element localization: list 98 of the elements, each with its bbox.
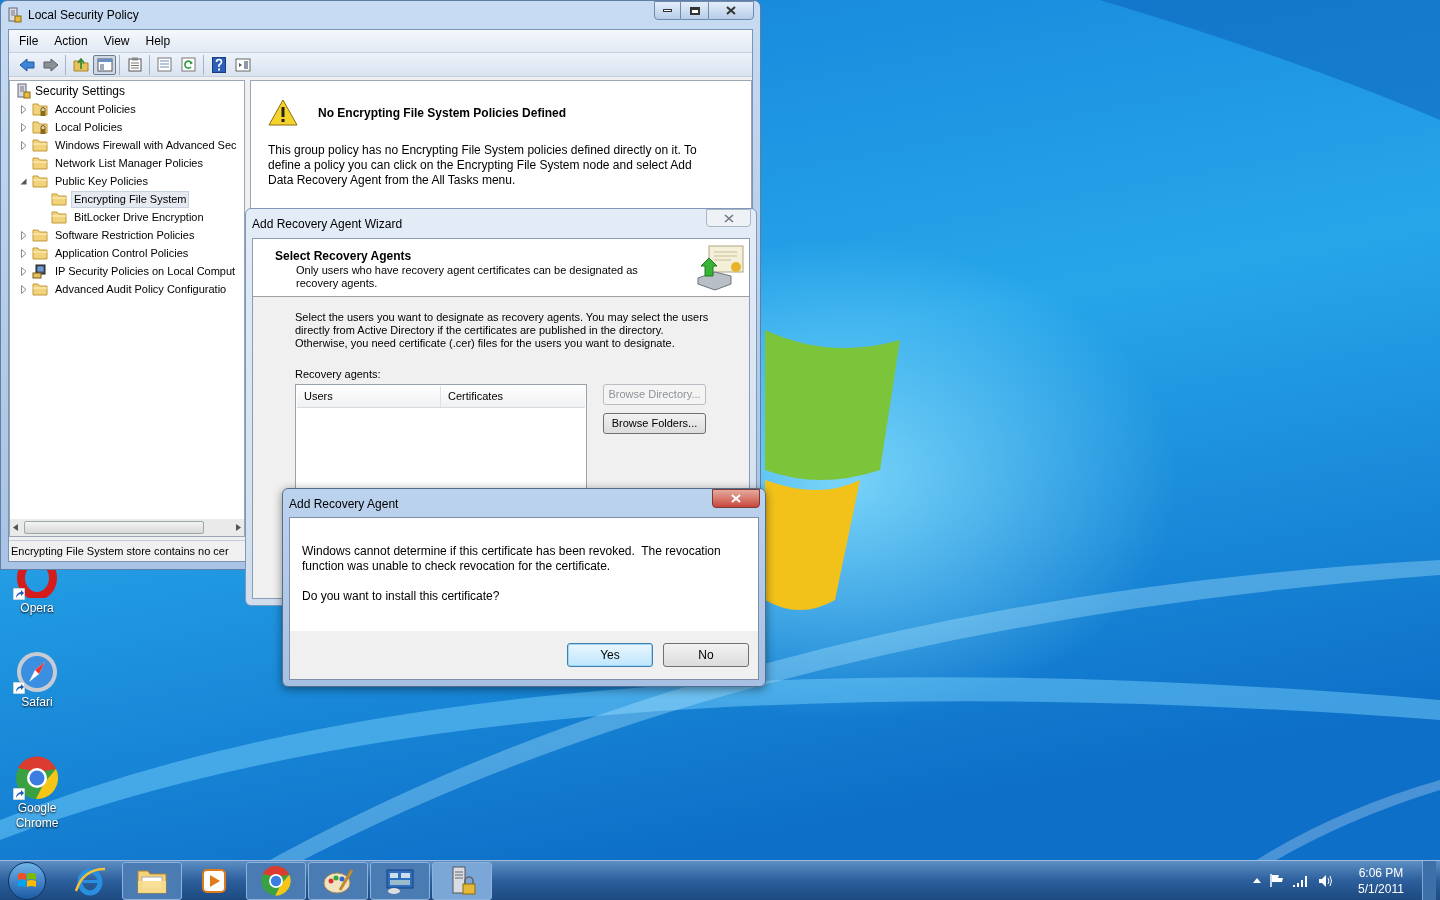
- chrome-icon: [260, 864, 292, 897]
- folder-icon: [72, 57, 89, 72]
- panel-icon: [96, 57, 113, 72]
- windows-logo-icon: [17, 871, 37, 890]
- help-icon: [211, 56, 226, 73]
- control-panel-icon: [384, 866, 416, 895]
- chrome-icon: [14, 755, 60, 801]
- close-icon: [726, 6, 736, 15]
- volume-icon[interactable]: [1318, 873, 1334, 888]
- panel-icon: [234, 57, 251, 72]
- certificate-drive-icon: [695, 244, 745, 292]
- expand-arrow-icon[interactable]: [20, 266, 28, 276]
- expand-arrow-icon[interactable]: [20, 140, 28, 150]
- warning-icon: [268, 99, 298, 126]
- wizard-heading: Select Recovery Agents: [275, 249, 413, 264]
- tree-item[interactable]: Account Policies: [52, 100, 139, 118]
- menu-item[interactable]: View: [96, 33, 137, 49]
- wizard-subheading: Only users who have recovery agent certificates can be designated as recovery agents.: [295, 264, 639, 290]
- scrollbar-thumb[interactable]: [24, 521, 204, 534]
- folder-icon: [32, 246, 48, 260]
- shortcut-arrow-icon: [13, 788, 25, 800]
- computer-icon: [32, 263, 48, 279]
- tree-item[interactable]: Security Settings: [35, 83, 126, 99]
- locked-folder-icon: [32, 119, 48, 135]
- show-desktop-button[interactable]: [1422, 861, 1436, 900]
- tree-item[interactable]: Encrypting File System: [71, 190, 190, 208]
- scroll-left-icon[interactable]: [13, 524, 18, 531]
- close-button[interactable]: [712, 489, 760, 508]
- folder-icon: [32, 228, 48, 242]
- expand-arrow-icon[interactable]: [20, 284, 28, 294]
- show-hidden-icons-icon[interactable]: [1253, 878, 1261, 883]
- tree-item[interactable]: Local Policies: [52, 118, 126, 136]
- shortcut-arrow-icon: [13, 682, 25, 694]
- window-title: Local Security Policy: [28, 7, 139, 23]
- close-icon: [731, 494, 741, 503]
- refresh-icon: [181, 57, 196, 72]
- details-text: This group policy has no Encrypting File System policies defined directly on it. To define a policy you can click on the Encrypting File System node and select Add Data Recovery Agent from the All Tasks menu.: [268, 143, 698, 188]
- clock-time: 6:06 PM: [1358, 864, 1404, 881]
- collapse-arrow-icon[interactable]: [20, 176, 28, 186]
- wizard-description: Select the users you want to designate as recovery agents. You may select the users directly from Active Directory if the certificates are published in the directory. Otherwise, you need certificate (.cer) files for the users you want to designate.: [295, 311, 710, 350]
- menu-item[interactable]: Action: [47, 33, 95, 49]
- close-button[interactable]: [708, 1, 754, 20]
- list-icon: [157, 57, 172, 72]
- toolbar-button[interactable]: [93, 54, 116, 75]
- dialog-question: Do you want to install this certificate?: [302, 589, 501, 604]
- window-title: Add Recovery Agent: [289, 496, 399, 512]
- network-signal-icon[interactable]: [1293, 874, 1309, 887]
- taskbar-button[interactable]: [246, 861, 306, 900]
- details-heading: No Encrypting File System Policies Defined: [318, 104, 567, 121]
- desktop-icon-label[interactable]: Safari: [21, 695, 53, 710]
- expand-arrow-icon[interactable]: [20, 230, 28, 240]
- taskbar-button[interactable]: [122, 861, 182, 900]
- expand-arrow-icon[interactable]: [20, 248, 28, 258]
- computer-icon: [16, 83, 31, 99]
- clipboard-icon: [127, 57, 142, 72]
- window-title: Add Recovery Agent Wizard: [252, 216, 403, 232]
- scroll-right-icon[interactable]: [236, 524, 241, 531]
- tree-item[interactable]: Advanced Audit Policy Configuratio: [52, 280, 230, 298]
- back-arrow-icon: [18, 57, 35, 72]
- folder-icon: [51, 210, 67, 224]
- tree-item[interactable]: Public Key Policies: [52, 172, 151, 190]
- column-header[interactable]: Certificates: [441, 386, 585, 407]
- folder-icon: [32, 156, 48, 170]
- forward-arrow-icon: [42, 57, 59, 72]
- tree-item[interactable]: Application Control Policies: [52, 244, 192, 262]
- start-button[interactable]: [8, 861, 46, 900]
- tree-item[interactable]: Network List Manager Policies: [52, 154, 206, 172]
- dialog-button[interactable]: Yes: [567, 643, 653, 667]
- shortcut-arrow-icon: [13, 588, 25, 600]
- close-icon: [723, 213, 734, 223]
- clock[interactable]: 6:06 PM 5/1/2011: [1349, 864, 1413, 897]
- menu-item[interactable]: File: [12, 33, 46, 49]
- compass-icon: [15, 650, 59, 694]
- tree-item[interactable]: Windows Firewall with Advanced Sec: [52, 136, 240, 154]
- taskbar-button[interactable]: [370, 861, 430, 900]
- folder-icon: [32, 174, 48, 188]
- status-bar-text: Encrypting File System store contains no cer: [10, 544, 229, 559]
- dialog-button[interactable]: No: [663, 643, 749, 667]
- folder-icon: [51, 192, 67, 206]
- folder-icon: [32, 138, 48, 152]
- browse-button[interactable]: Browse Folders...: [603, 413, 706, 434]
- expand-arrow-icon[interactable]: [20, 104, 28, 114]
- locked-folder-icon: [32, 101, 48, 117]
- minimize-button[interactable]: [654, 1, 681, 20]
- clock-date: 5/1/2011: [1358, 880, 1404, 897]
- tree-item[interactable]: IP Security Policies on Local Comput: [52, 262, 239, 280]
- media-player-icon: [201, 867, 227, 894]
- dialog-message: Windows cannot determine if this certificate has been revoked. The revocation function was unable to check revocation for the certificate.: [302, 544, 722, 574]
- maximize-button[interactable]: [681, 1, 708, 20]
- computer-icon: [7, 7, 22, 23]
- tree-item[interactable]: Software Restriction Policies: [52, 226, 198, 244]
- folder-icon: [32, 282, 48, 296]
- list-label: Recovery agents:: [295, 368, 382, 381]
- tree-item[interactable]: BitLocker Drive Encryption: [71, 208, 207, 226]
- expand-arrow-icon[interactable]: [20, 122, 28, 132]
- menu-item[interactable]: Help: [138, 33, 178, 49]
- flag-icon[interactable]: [1270, 874, 1284, 887]
- column-header[interactable]: Users: [297, 386, 441, 407]
